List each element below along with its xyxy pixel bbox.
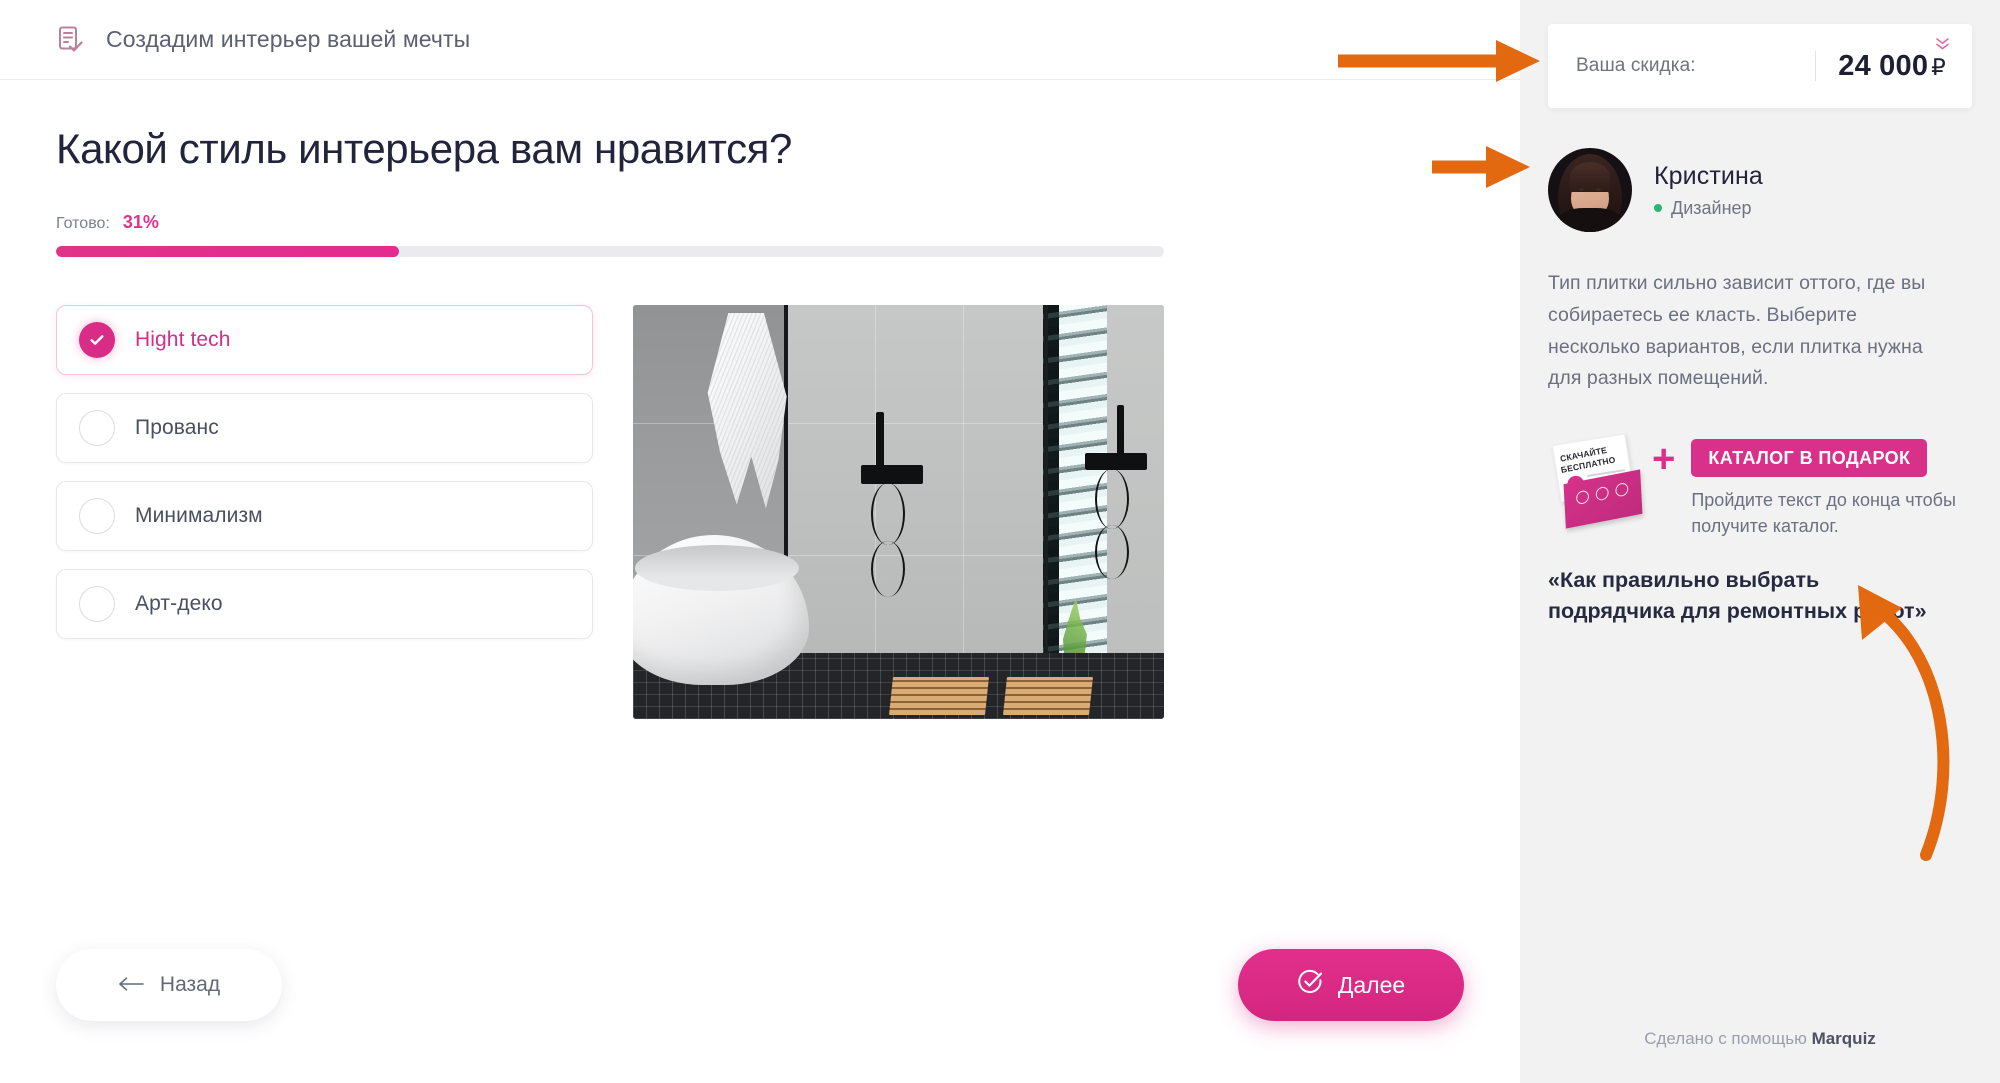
catalog-promo-text: КАТАЛОГ В ПОДАРОК Пройдите текст до конц… [1691, 433, 1972, 539]
radio-checked-icon[interactable] [79, 321, 115, 358]
avatar [1548, 148, 1632, 232]
discount-value: 24 000 ₽ [1838, 49, 1946, 82]
options-list: Hight tech Прованс Минимализм Арт-деко [56, 304, 593, 719]
back-button[interactable]: Назад [56, 949, 282, 1021]
radio-empty-icon[interactable] [79, 497, 115, 534]
quiz-content-row: Hight tech Прованс Минимализм Арт-деко [56, 304, 1464, 719]
plus-icon: + [1652, 437, 1676, 482]
catalog-gift-badge: КАТАЛОГ В ПОДАРОК [1691, 439, 1928, 478]
chevron-double-down-icon [1935, 36, 1950, 54]
catalog-promo-subtitle: Пройдите текст до конца чтобы получите к… [1691, 490, 1956, 536]
photo-shower-mixer [861, 464, 923, 484]
designer-info: Кристина Дизайнер [1654, 162, 1763, 219]
designer-role-row: Дизайнер [1654, 198, 1763, 219]
photo-bathtub [633, 534, 809, 685]
progress-label: Готово: [56, 214, 110, 232]
photo-bathtub-rim [635, 544, 799, 591]
option-label: Hight tech [135, 327, 231, 351]
quiz-header-title: Создадим интерьер вашей мечты [106, 26, 471, 52]
photo-shower-riser [1117, 404, 1124, 457]
option-item[interactable]: Прованс [56, 392, 593, 463]
marquiz-brand: Marquiz [1811, 1029, 1876, 1048]
document-check-icon [56, 25, 84, 55]
option-label: Минимализм [135, 503, 263, 527]
sidebar-panel: Ваша скидка: 24 000 ₽ Кристина Дизайнер … [1520, 0, 2000, 1083]
progress-value: 31% [122, 211, 159, 232]
avatar-eye [1579, 188, 1584, 191]
option-item[interactable]: Арт-деко [56, 568, 593, 639]
progress-bar-track [56, 245, 1164, 257]
avatar-shoulders [1560, 208, 1620, 232]
catalog-promo-block[interactable]: СКАЧАЙТЕ БЕСПЛАТНО ↓ + КАТАЛОГ В ПОДАРОК… [1548, 433, 1972, 539]
radio-empty-icon[interactable] [79, 585, 115, 622]
catalog-card-icon [1595, 485, 1609, 502]
photo-shower-hose [1095, 468, 1129, 529]
arrow-left-icon [118, 973, 144, 997]
back-button-label: Назад [159, 973, 221, 996]
catalog-thumbnail: СКАЧАЙТЕ БЕСПЛАТНО ↓ [1548, 433, 1646, 529]
quiz-main-panel: Создадим интерьер вашей мечты Какой стил… [0, 0, 1520, 1083]
question-image [633, 304, 1164, 719]
online-dot-icon [1654, 204, 1662, 212]
catalog-card-icon [1615, 482, 1629, 498]
option-label: Арт-деко [135, 591, 223, 615]
quiz-header: Создадим интерьер вашей мечты [0, 0, 1520, 80]
catalog-card-icon [1575, 489, 1590, 506]
progress-section: Готово: 31% [56, 212, 1164, 257]
option-item[interactable]: Минимализм [56, 480, 593, 551]
photo-shower-riser [876, 411, 884, 468]
radio-empty-icon[interactable] [79, 409, 115, 446]
photo-shower-hose [871, 540, 905, 597]
photo-wooden-mat [1003, 676, 1093, 715]
photo-shower-hose [871, 482, 905, 545]
currency-symbol: ₽ [1931, 53, 1946, 80]
quiz-nav-row: Назад Далее [56, 949, 1464, 1021]
photo-wooden-mat [889, 676, 989, 715]
photo-shower-mixer [1085, 452, 1147, 470]
discount-label: Ваша скидка: [1576, 55, 1696, 76]
made-with-footer[interactable]: Сделано с помощью Marquiz [1520, 1029, 2000, 1049]
check-circle-icon [1297, 969, 1323, 1001]
option-label: Прованс [135, 415, 219, 439]
progress-label-row: Готово: 31% [56, 212, 1164, 233]
quiz-page: Создадим интерьер вашей мечты Какой стил… [0, 0, 2000, 1083]
photo-shower-hose [1095, 524, 1129, 579]
photo-glass-divider [1044, 304, 1048, 695]
next-button-label: Далее [1337, 971, 1406, 998]
designer-message: Тип плитки сильно зависит оттого, где вы… [1548, 272, 1926, 390]
avatar-hair-front [1570, 162, 1610, 192]
next-button[interactable]: Далее [1238, 949, 1464, 1021]
quiz-body: Какой стиль интерьера вам нравится? Гото… [0, 80, 1520, 719]
avatar-eye [1596, 188, 1601, 191]
option-item[interactable]: Hight tech [56, 304, 593, 375]
designer-name: Кристина [1654, 161, 1763, 190]
designer-role: Дизайнер [1671, 197, 1752, 218]
discount-separator [1815, 51, 1817, 81]
page-title: Какой стиль интерьера вам нравится? [56, 125, 792, 172]
made-with-prefix: Сделано с помощью [1644, 1029, 1812, 1048]
discount-card[interactable]: Ваша скидка: 24 000 ₽ [1548, 24, 1972, 108]
progress-bar-fill [56, 245, 400, 257]
designer-profile: Кристина Дизайнер [1548, 148, 1972, 232]
catalog-quote: «Как правильно выбрать подрядчика для ре… [1548, 568, 1927, 623]
